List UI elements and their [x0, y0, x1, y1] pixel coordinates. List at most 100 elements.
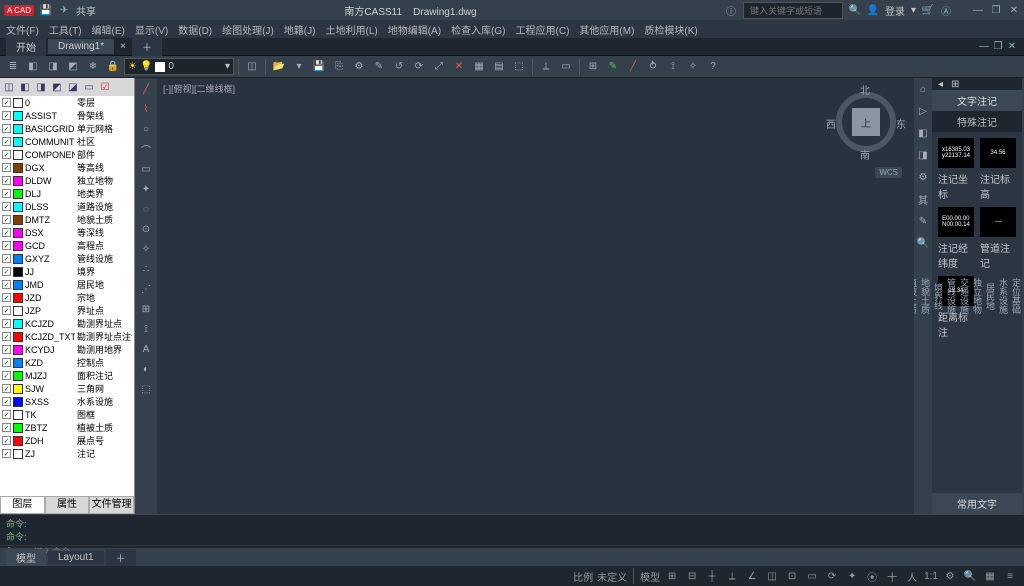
- sb-grid-icon[interactable]: ⊞: [664, 568, 680, 584]
- layer-row[interactable]: ✓DLJ地类界: [0, 187, 134, 200]
- share-label[interactable]: 共享: [76, 3, 96, 18]
- maximize-icon[interactable]: ❐: [990, 4, 1002, 16]
- layer-row[interactable]: ✓DSX等深线: [0, 226, 134, 239]
- vt-h-icon[interactable]: ⟟: [137, 320, 155, 338]
- vt-c-icon[interactable]: ⊙: [137, 220, 155, 238]
- layer-checkbox[interactable]: ✓: [2, 371, 11, 380]
- viewport-label[interactable]: [-][俯视][二维线框]: [163, 82, 235, 95]
- layer-row[interactable]: ✓JZP界址点: [0, 304, 134, 317]
- layer-checkbox[interactable]: ✓: [2, 176, 11, 185]
- layer-color[interactable]: [13, 371, 23, 381]
- layer-row[interactable]: ✓JZD宗地: [0, 291, 134, 304]
- layer-color[interactable]: [13, 306, 23, 316]
- layer-color[interactable]: [13, 215, 23, 225]
- sb-m-icon[interactable]: 🔍: [962, 568, 978, 584]
- lp-new-icon[interactable]: ◫: [2, 80, 16, 94]
- command-input[interactable]: [18, 547, 1020, 557]
- tab-add[interactable]: ＋: [132, 37, 162, 56]
- vt-pline-icon[interactable]: ⌇: [137, 100, 155, 118]
- layer-checkbox[interactable]: ✓: [2, 111, 11, 120]
- layer-checkbox[interactable]: ✓: [2, 345, 11, 354]
- vt-d-icon[interactable]: ✧: [137, 240, 155, 258]
- tab-doc[interactable]: Drawing1*: [48, 39, 114, 54]
- layer-color[interactable]: [13, 319, 23, 329]
- layer-row[interactable]: ✓ZJ注记: [0, 447, 134, 460]
- layer-color[interactable]: [13, 358, 23, 368]
- open-icon[interactable]: 📂: [270, 58, 288, 76]
- status-undef[interactable]: 未定义: [597, 569, 627, 584]
- tool-d-icon[interactable]: ✎: [370, 58, 388, 76]
- lp-b-icon[interactable]: ◨: [34, 80, 48, 94]
- sb-k-icon[interactable]: 十: [884, 568, 900, 584]
- layer-checkbox[interactable]: ✓: [2, 410, 11, 419]
- status-model[interactable]: 模型: [640, 569, 660, 584]
- layer-row[interactable]: ✓MJZJ面积注记: [0, 369, 134, 382]
- sb-a-icon[interactable]: ⊟: [684, 568, 700, 584]
- layer-checkbox[interactable]: ✓: [2, 319, 11, 328]
- search-input[interactable]: 键入关键字或短语: [743, 2, 843, 19]
- menu-item[interactable]: 工程应用(C): [516, 22, 570, 37]
- layer-color[interactable]: [13, 98, 23, 108]
- layer-color[interactable]: [13, 202, 23, 212]
- lp-tab-files[interactable]: 文件管理: [89, 496, 134, 514]
- vt-b-icon[interactable]: ◌: [137, 200, 155, 218]
- dash-icon[interactable]: ╱: [624, 58, 642, 76]
- menu-item[interactable]: 其他应用(M): [579, 22, 634, 37]
- layer-color[interactable]: [13, 436, 23, 446]
- lp-tab-layers[interactable]: 图层: [0, 496, 45, 514]
- menu-item[interactable]: 质检模块(K): [644, 22, 697, 37]
- layer-iso-icon[interactable]: ◨: [44, 58, 62, 76]
- category-tab[interactable]: 定位基础: [1010, 84, 1023, 508]
- layer-state-icon[interactable]: ◧: [24, 58, 42, 76]
- menu-item[interactable]: 数据(D): [178, 22, 212, 37]
- sb-menu-icon[interactable]: ≡: [1002, 568, 1018, 584]
- menu-item[interactable]: 检查入库(G): [451, 22, 505, 37]
- layer-row[interactable]: ✓KCJZD勘测界址点: [0, 317, 134, 330]
- layer-checkbox[interactable]: ✓: [2, 150, 11, 159]
- layer-row[interactable]: ✓GCD高程点: [0, 239, 134, 252]
- category-tab[interactable]: 境界线: [932, 84, 945, 508]
- sb-j-icon[interactable]: ⦿: [864, 568, 880, 584]
- menu-item[interactable]: 显示(V): [135, 22, 168, 37]
- tool-n-icon[interactable]: ✎: [604, 58, 622, 76]
- tool-i-icon[interactable]: ▤: [490, 58, 508, 76]
- layer-row[interactable]: ✓COMPONENT部件: [0, 148, 134, 161]
- login-label[interactable]: 登录: [885, 3, 905, 18]
- sb-b-icon[interactable]: ┼: [704, 568, 720, 584]
- layer-row[interactable]: ✓SJW三角网: [0, 382, 134, 395]
- layer-color[interactable]: [13, 280, 23, 290]
- category-tab[interactable]: 居民地: [984, 84, 997, 508]
- layers-icon[interactable]: ≣: [4, 58, 22, 76]
- layer-row[interactable]: ✓ZBTZ植被土质: [0, 421, 134, 434]
- sb-g-icon[interactable]: ▭: [804, 568, 820, 584]
- user-icon[interactable]: 👤: [867, 4, 879, 16]
- cross-icon[interactable]: ✕: [450, 58, 468, 76]
- layer-row[interactable]: ✓ASSIST骨架线: [0, 109, 134, 122]
- layer-color[interactable]: [13, 228, 23, 238]
- layer-row[interactable]: ✓DLDW独立地物: [0, 174, 134, 187]
- layer-color[interactable]: [13, 241, 23, 251]
- vt-line-icon[interactable]: ╱: [137, 80, 155, 98]
- sb-gear-icon[interactable]: ⚙: [942, 568, 958, 584]
- viewport[interactable]: [-][俯视][二维线框] 上 北 南 东 西 WCS: [157, 78, 914, 514]
- sb-n-icon[interactable]: ▦: [982, 568, 998, 584]
- layer-checkbox[interactable]: ✓: [2, 358, 11, 367]
- layer-color[interactable]: [13, 293, 23, 303]
- tool-l-icon[interactable]: ▭: [557, 58, 575, 76]
- vt-f-icon[interactable]: ⋰: [137, 280, 155, 298]
- sb-c-icon[interactable]: ⟂: [724, 568, 740, 584]
- layer-checkbox[interactable]: ✓: [2, 189, 11, 198]
- tool-o-icon[interactable]: ⥁: [644, 58, 662, 76]
- btab-layout1[interactable]: Layout1: [48, 551, 104, 564]
- tab-close-icon[interactable]: ×: [116, 41, 130, 52]
- tool-g-icon[interactable]: ⤢: [430, 58, 448, 76]
- layer-row[interactable]: ✓COMMUNITY社区: [0, 135, 134, 148]
- layer-color[interactable]: [13, 176, 23, 186]
- info-icon[interactable]: ⓘ: [725, 4, 737, 16]
- tool-q-icon[interactable]: ✧: [684, 58, 702, 76]
- tab-start[interactable]: 开始: [6, 37, 46, 56]
- vt-a-icon[interactable]: ✦: [137, 180, 155, 198]
- tool-b-icon[interactable]: ⎘: [330, 58, 348, 76]
- tool-j-icon[interactable]: ⬚: [510, 58, 528, 76]
- layer-checkbox[interactable]: ✓: [2, 124, 11, 133]
